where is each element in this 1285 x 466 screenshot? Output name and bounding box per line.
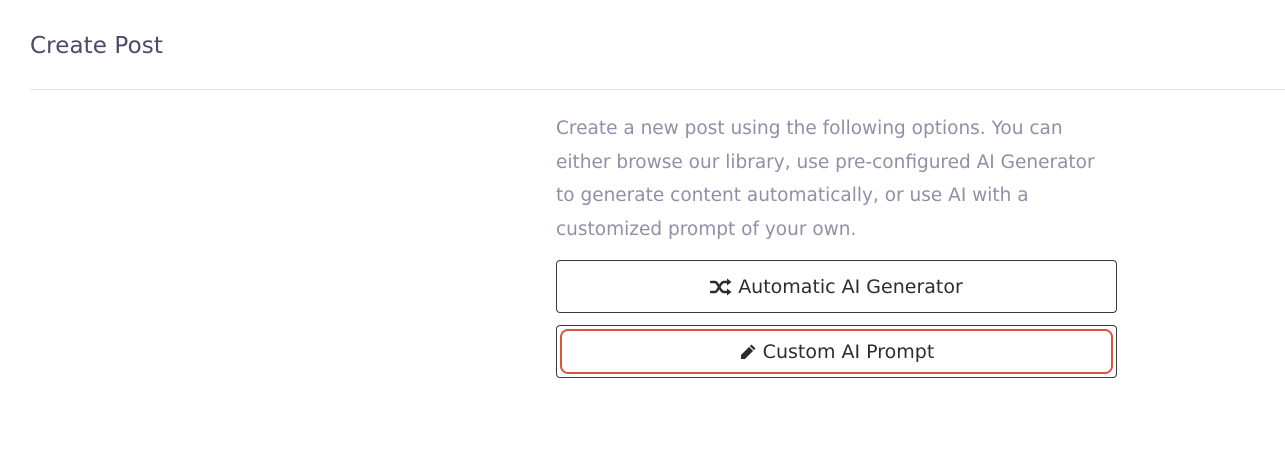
automatic-ai-generator-label: Automatic AI Generator	[738, 275, 963, 298]
pencil-icon	[739, 343, 757, 361]
options-description: Create a new post using the following op…	[556, 118, 1095, 240]
custom-ai-prompt-button[interactable]: Custom AI Prompt	[556, 325, 1117, 378]
automatic-ai-generator-button[interactable]: Automatic AI Generator	[556, 260, 1117, 313]
header-divider	[30, 89, 1285, 90]
create-post-options: Create a new post using the following op…	[556, 112, 1117, 378]
custom-ai-prompt-label: Custom AI Prompt	[762, 340, 935, 363]
create-post-page: Create Post Create a new post using the …	[0, 0, 1285, 466]
shuffle-icon	[710, 278, 732, 296]
page-title: Create Post	[30, 33, 163, 59]
